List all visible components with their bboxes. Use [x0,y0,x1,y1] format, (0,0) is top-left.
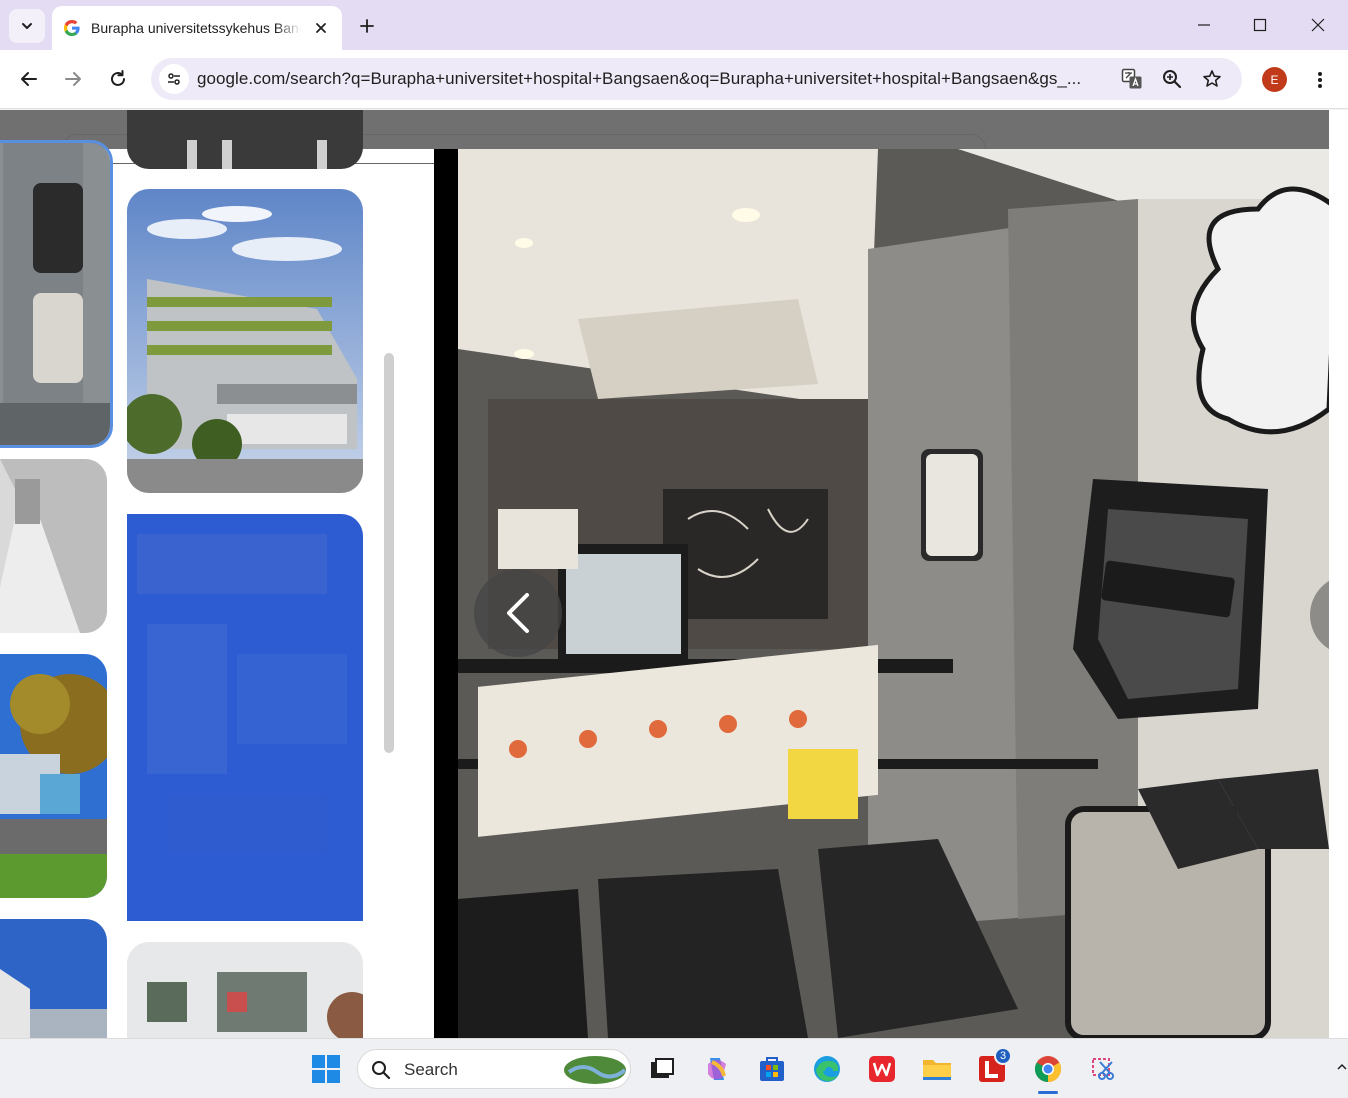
active-app-indicator [1038,1091,1058,1094]
google-g-icon [64,20,80,36]
edge-icon [814,1056,840,1082]
image-thumbnail[interactable] [127,110,363,169]
chevron-down-icon [22,23,32,29]
chevron-left-icon [507,593,529,633]
windows-logo-icon [312,1055,340,1083]
tab-search-button[interactable] [9,9,45,43]
tune-icon [168,73,180,85]
snipping-tool-icon [1092,1058,1114,1080]
maximize-button[interactable] [1245,10,1275,40]
chrome-icon [1034,1056,1062,1083]
tray-chevron-icon[interactable] [1336,1059,1348,1075]
back-button[interactable] [12,62,46,96]
forward-button[interactable] [56,62,90,96]
address-bar[interactable]: google.com/search?q=Burapha+universitet+… [151,58,1242,100]
preview-image [458,149,1329,1038]
close-icon [1311,18,1325,32]
tab-strip: Burapha universitetssykehus Bangsaen - G… [0,0,1348,50]
wps-office-button[interactable] [865,1052,899,1086]
search-highlight-image [564,1056,627,1084]
chrome-menu-button[interactable] [1309,67,1331,93]
url-text[interactable]: google.com/search?q=Burapha+universitet+… [197,69,1109,89]
image-thumbnail-selected[interactable] [0,140,113,448]
image-thumbnail[interactable] [127,942,363,1038]
folder-icon [923,1060,951,1080]
maximize-icon [1253,18,1267,32]
chrome-button[interactable] [1031,1052,1065,1086]
start-button[interactable] [309,1052,343,1086]
search-icon [372,1061,391,1080]
translate-button[interactable] [1120,67,1144,91]
reload-icon [111,70,125,86]
image-thumbnail[interactable] [0,654,107,898]
image-thumbnail[interactable] [127,189,363,493]
thumbnail-image [127,514,363,921]
page-scrollbar[interactable] [1329,110,1348,1038]
panel-divider [434,149,458,1038]
translate-icon [1121,68,1142,89]
copilot-icon [708,1058,726,1080]
active-tab[interactable]: Burapha universitetssykehus Bangsaen - G… [52,6,342,50]
browser-toolbar: google.com/search?q=Burapha+universitet+… [0,50,1348,109]
plus-icon [360,19,374,33]
image-thumbnail[interactable] [0,459,107,633]
image-thumbnail[interactable] [0,919,107,1038]
thumbnail-image [127,942,363,1038]
zoom-in-icon [1163,70,1182,89]
copilot-button[interactable] [700,1052,734,1086]
wps-icon [869,1056,895,1082]
store-icon [760,1057,784,1081]
thumbnail-image [0,143,110,445]
edge-button[interactable] [810,1052,844,1086]
minimize-icon [1198,24,1210,26]
taskbar-search[interactable]: Search [357,1049,631,1089]
arrow-right-icon [65,72,81,86]
more-vertical-icon [1318,72,1322,88]
bookmark-button[interactable] [1200,67,1224,91]
thumbnail-image [0,654,107,898]
tab-title: Burapha universitetssykehus Bangsaen - G… [91,20,301,36]
arrow-left-icon [21,72,37,86]
tab-close-button[interactable] [312,19,330,37]
profile-avatar[interactable]: E [1262,67,1287,92]
image-preview[interactable] [458,149,1329,1038]
window-close-button[interactable] [1303,10,1333,40]
thumbnail-image [127,110,363,169]
microsoft-store-button[interactable] [755,1052,789,1086]
reload-button[interactable] [101,62,135,96]
thumbnail-image [127,189,363,493]
image-thumbnail-hovered[interactable] [127,514,363,921]
previous-image-button[interactable] [474,569,562,657]
results-scrollbar[interactable] [384,353,394,753]
notification-badge: 3 [994,1047,1012,1065]
taskbar-search-label: Search [404,1060,458,1079]
snipping-tool-button[interactable] [1086,1052,1120,1086]
close-icon [316,23,326,33]
new-tab-button[interactable] [354,13,380,39]
thumbnail-image [0,919,107,1038]
minimize-button[interactable] [1189,10,1219,40]
windows-taskbar: Search 3 [0,1038,1348,1098]
site-info-button[interactable] [159,64,189,94]
file-explorer-button[interactable] [920,1052,954,1086]
page-content [0,110,1329,1038]
thumbnail-image [0,459,107,633]
zoom-button[interactable] [1160,67,1184,91]
star-icon [1203,70,1221,87]
task-view-icon [651,1058,674,1078]
task-view-button[interactable] [645,1052,679,1086]
